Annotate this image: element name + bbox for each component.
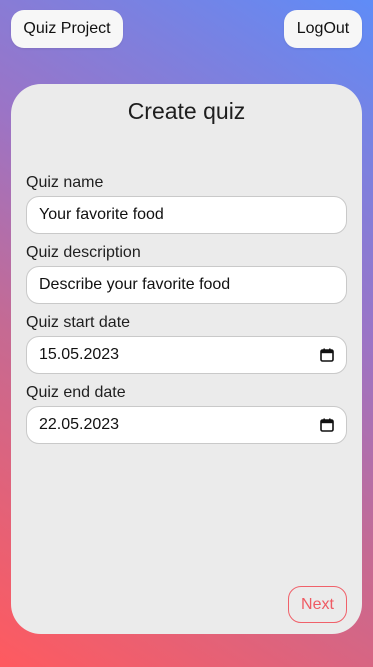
create-quiz-card: Create quiz Quiz name Your favorite food… [11,84,362,634]
quiz-name-value: Your favorite food [39,206,164,223]
quiz-project-label: Quiz Project [23,20,111,37]
next-label: Next [301,595,334,613]
top-bar: Quiz Project LogOut [0,0,373,60]
quiz-end-date-value: 22.05.2023 [39,416,120,433]
quiz-end-date-label: Quiz end date [26,384,126,401]
next-button[interactable]: Next [288,586,347,623]
quiz-end-date-input[interactable]: 22.05.2023 [26,406,347,444]
logout-label: LogOut [296,20,350,37]
quiz-description-input[interactable]: Describe your favorite food [26,266,347,304]
quiz-name-input[interactable]: Your favorite food [26,196,347,234]
calendar-icon[interactable] [320,418,334,432]
quiz-description-value: Describe your favorite food [39,276,231,293]
quiz-start-date-label: Quiz start date [26,314,131,331]
quiz-project-button[interactable]: Quiz Project [11,10,123,48]
page-title: Create quiz [127,98,246,124]
calendar-icon[interactable] [320,348,334,362]
quiz-description-label: Quiz description [26,244,141,261]
quiz-name-label: Quiz name [26,174,104,191]
quiz-start-date-input[interactable]: 15.05.2023 [26,336,347,374]
logout-button[interactable]: LogOut [284,10,362,48]
quiz-start-date-value: 15.05.2023 [39,346,120,363]
